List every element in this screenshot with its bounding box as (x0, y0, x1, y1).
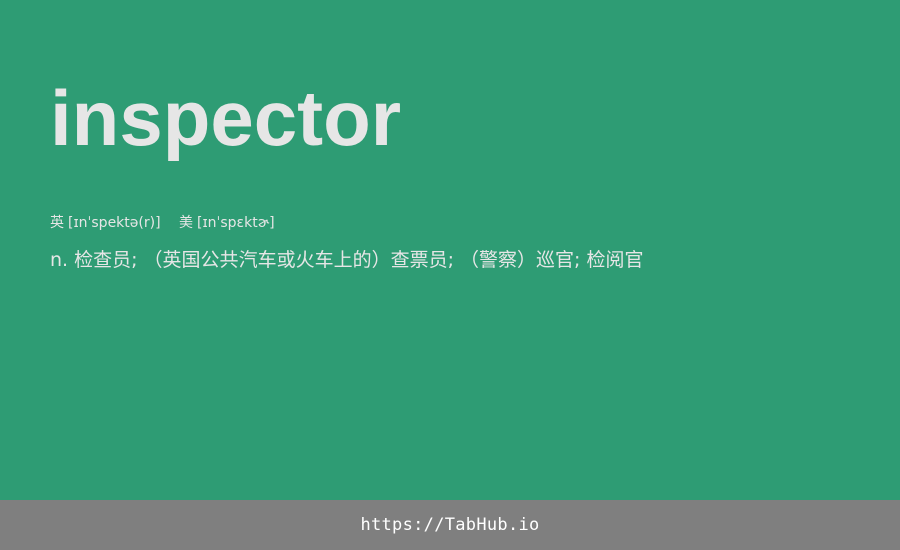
headword: inspector (50, 74, 402, 162)
word-card: inspector 英 [ɪnˈspektə(r)] 美 [ɪnˈspɛktɚ] n… (0, 0, 900, 500)
phonetic-us-ipa: [ɪnˈspɛktɚ] (196, 215, 275, 231)
footer-link[interactable]: https://TabHub.io (360, 515, 539, 535)
definition-text: n. 检查员; （英国公共汽车或火车上的）查票员; （警察）巡官; 检阅官 (50, 249, 644, 271)
phonetic-us-label: 美 (178, 215, 193, 231)
footer-bar: https://TabHub.io (0, 500, 900, 550)
phonetic-uk: 英 [ɪnˈspektə(r)] (50, 212, 161, 234)
phonetic-uk-label: 英 (50, 215, 64, 231)
phonetic-uk-ipa: [ɪnˈspektə(r)] (68, 215, 161, 231)
phonetic-us: 美 [ɪnˈspɛktɚ] (179, 212, 275, 234)
phonetics-row: 英 [ɪnˈspektə(r)] 美 [ɪnˈspɛktɚ] (50, 212, 275, 234)
